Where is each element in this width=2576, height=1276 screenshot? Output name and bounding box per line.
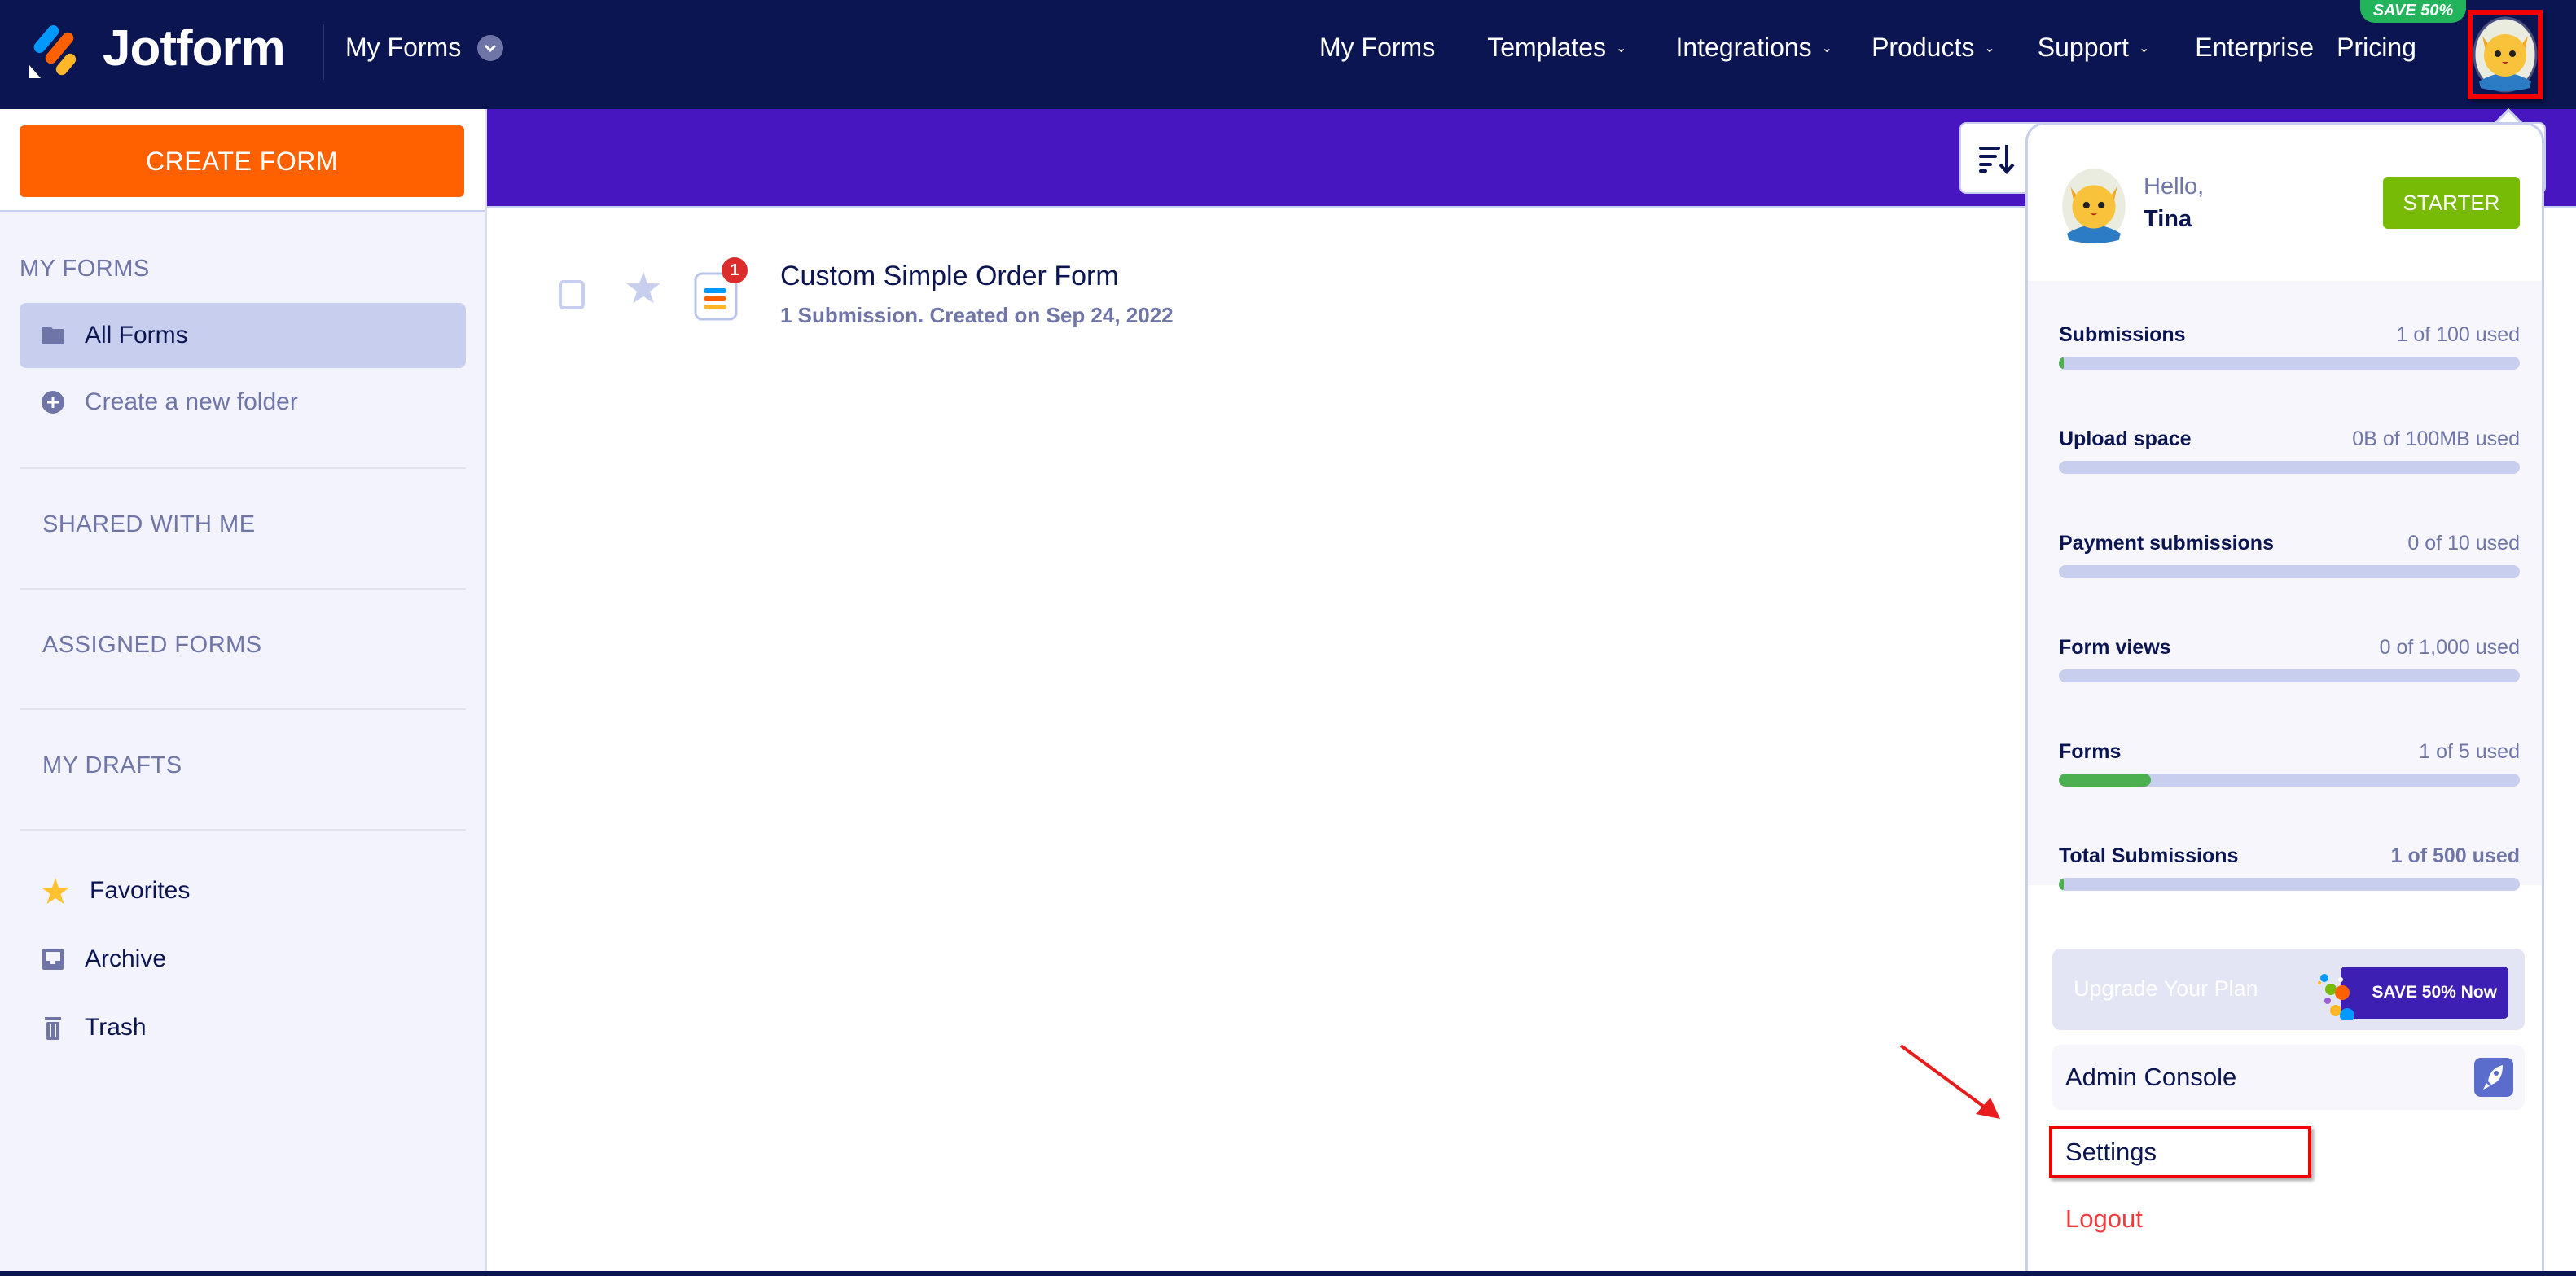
form-meta: 1 Submission. Created on Sep 24, 2022: [780, 303, 1174, 327]
create-form-button[interactable]: CREATE FORM: [20, 125, 464, 197]
save-50-now-button[interactable]: SAVE 50% Now: [2341, 967, 2508, 1019]
account-dropdown: Hello, Tina STARTER Submissions 1 of 100 …: [2025, 122, 2544, 1276]
usage-item: Upload space 0B of 100MB used: [2059, 428, 2520, 474]
account-avatar-button[interactable]: [2468, 10, 2543, 99]
sidebar: CREATE FORM MY FORMS All Forms Create a …: [0, 109, 487, 1271]
nav-my-forms[interactable]: My Forms: [1319, 33, 1435, 63]
usage-item: Form views 0 of 1,000 used: [2059, 636, 2520, 682]
usage-item: Total Submissions 1 of 500 used: [2059, 844, 2520, 891]
nav-integrations[interactable]: Integrations ⌄: [1675, 33, 1832, 63]
upgrade-label: Upgrade Your Plan: [2074, 976, 2258, 1001]
plus-circle-icon: [42, 391, 64, 414]
sidebar-divider: [20, 588, 466, 590]
context-label: My Forms: [345, 33, 462, 62]
sidebar-item-create-folder[interactable]: Create a new folder: [20, 370, 466, 435]
archive-icon: [42, 949, 64, 970]
usage-value: 0B of 100MB used: [2352, 428, 2520, 450]
usage-value: 1 of 5 used: [2419, 740, 2520, 763]
usage-label: Upload space: [2059, 428, 2192, 450]
favorite-star-icon[interactable]: [625, 270, 661, 305]
chevron-down-icon: [477, 34, 504, 61]
usage-label: Total Submissions: [2059, 844, 2239, 867]
usage-bar: [2059, 774, 2520, 787]
sort-icon: [1979, 145, 2015, 174]
form-title[interactable]: Custom Simple Order Form: [780, 261, 1119, 292]
trash-icon: [45, 1017, 61, 1040]
brand-name[interactable]: Jotform: [103, 20, 286, 77]
rocket-icon: [2474, 1058, 2513, 1097]
usage-bar: [2059, 878, 2520, 891]
folder-icon: [42, 327, 64, 344]
sidebar-divider: [20, 467, 466, 469]
context-switcher[interactable]: My Forms: [345, 33, 504, 63]
usage-bar: [2059, 669, 2520, 682]
upgrade-plan-button[interactable]: Upgrade Your Plan SAVE 50% Now: [2052, 949, 2525, 1030]
settings-menu-item[interactable]: Settings: [2049, 1126, 2311, 1178]
usage-value: 0 of 1,000 used: [2379, 636, 2520, 659]
usage-bar: [2059, 357, 2520, 370]
logout-menu-item[interactable]: Logout: [2065, 1204, 2143, 1234]
usage-bar-fill: [2059, 357, 2064, 370]
usage-bar: [2059, 461, 2520, 474]
annotation-arrow-icon: [1899, 1044, 2000, 1119]
usage-label: Submissions: [2059, 323, 2186, 346]
nav-divider: [323, 24, 324, 80]
chevron-down-icon: ⌄: [1821, 41, 1833, 55]
usage-item: Forms 1 of 5 used: [2059, 740, 2520, 787]
user-avatar-icon: [2473, 16, 2538, 93]
usage-bar: [2059, 565, 2520, 578]
sidebar-divider: [20, 708, 466, 710]
user-name: Tina: [2144, 206, 2192, 232]
sidebar-divider: [20, 829, 466, 831]
plan-badge[interactable]: STARTER: [2383, 177, 2520, 229]
chevron-down-icon: ⌄: [1616, 41, 1627, 55]
sidebar-item-archive[interactable]: Archive: [20, 927, 466, 992]
new-submission-badge: 1: [722, 257, 748, 283]
jotform-logo-icon[interactable]: [29, 24, 81, 78]
sidebar-item-favorites[interactable]: Favorites: [20, 858, 466, 923]
chevron-down-icon: ⌄: [2138, 41, 2150, 55]
sidebar-item-my-drafts[interactable]: MY DRAFTS: [42, 752, 182, 779]
form-select-checkbox[interactable]: [559, 280, 585, 309]
usage-value: 1 of 100 used: [2396, 323, 2520, 346]
main-nav: My Forms Templates ⌄ Integrations ⌄ Produc…: [1319, 33, 2416, 63]
star-icon: [42, 878, 69, 904]
usage-item: Submissions 1 of 100 used: [2059, 323, 2520, 370]
nav-templates[interactable]: Templates ⌄: [1487, 33, 1626, 63]
nav-enterprise[interactable]: Enterprise: [2195, 33, 2314, 63]
sidebar-item-assigned-forms[interactable]: ASSIGNED FORMS: [42, 632, 262, 659]
usage-value: 0 of 10 used: [2407, 532, 2520, 555]
usage-value: 1 of 500 used: [2390, 844, 2520, 867]
top-nav: Jotform My Forms My Forms Templates ⌄ Int…: [0, 0, 2576, 109]
bottom-edge: [0, 1271, 2576, 1276]
nav-products[interactable]: Products ⌄: [1872, 33, 1995, 63]
chevron-down-icon: ⌄: [1984, 41, 1995, 55]
usage-bar-fill: [2059, 774, 2152, 787]
usage-panel: Submissions 1 of 100 used Upload space 0B …: [2028, 281, 2542, 891]
sidebar-item-shared-with-me[interactable]: SHARED WITH ME: [42, 511, 256, 538]
usage-label: Payment submissions: [2059, 532, 2274, 555]
promo-badge[interactable]: SAVE 50%: [2360, 0, 2466, 23]
usage-label: Form views: [2059, 636, 2171, 659]
sidebar-item-trash[interactable]: Trash: [20, 995, 466, 1060]
usage-item: Payment submissions 0 of 10 used: [2059, 532, 2520, 578]
account-header: Hello, Tina STARTER: [2028, 125, 2542, 281]
greeting: Hello,: [2144, 173, 2205, 200]
admin-console-button[interactable]: Admin Console: [2052, 1045, 2525, 1110]
sidebar-item-all-forms[interactable]: All Forms: [20, 303, 466, 368]
create-form-area: CREATE FORM: [0, 109, 485, 212]
usage-label: Forms: [2059, 740, 2122, 763]
nav-support[interactable]: Support ⌄: [2038, 33, 2149, 63]
user-avatar-icon: [2062, 169, 2126, 243]
my-forms-section-title: MY FORMS: [20, 256, 150, 282]
usage-bar-fill: [2059, 878, 2064, 891]
confetti-icon: [2318, 974, 2354, 1020]
nav-pricing[interactable]: Pricing: [2337, 33, 2416, 63]
